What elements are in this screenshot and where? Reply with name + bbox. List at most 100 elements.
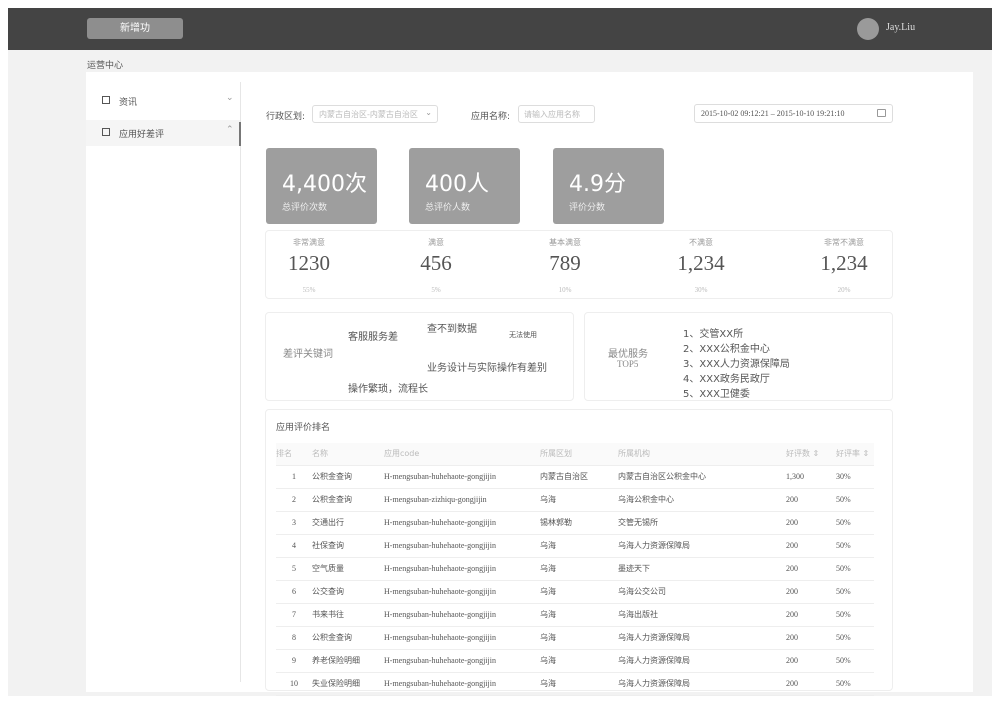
date-range-picker[interactable]: 2015-10-02 09:12:21 – 2015-10-10 19:21:1… <box>694 104 893 123</box>
avatar[interactable] <box>857 18 879 40</box>
kpi-card-total-reviews: 4,400次 总评价次数 <box>266 148 377 224</box>
rank-cell: 6 <box>276 580 312 604</box>
top-services-subtitle: TOP5 <box>617 359 639 369</box>
table-row[interactable]: 3 交通出行 H-mengsuban-huhehaote-gongjijin 锡林郭勒… <box>276 511 874 535</box>
table-row[interactable]: 10 失业保险明细 H-mengsuban-huhehaote-gongjijin 乌… <box>276 672 874 696</box>
kpi-value: 4.9分 <box>569 172 626 197</box>
keywords-title: 差评关键词 <box>283 349 333 360</box>
table-header-row: 排名 名称 应用code 所属区划 所属机构 好评数 ⇕ 好评率 ⇕ <box>276 443 874 466</box>
stat-title: 满意 <box>428 238 444 247</box>
stat-value: 1,234 <box>820 251 868 275</box>
top-service-item[interactable]: 3、XXX人力资源保障局 <box>683 355 790 370</box>
name-cell: 交通出行 <box>312 511 384 535</box>
kpi-card-score: 4.9分 评价分数 <box>553 148 664 224</box>
column-header: 名称 <box>312 443 384 466</box>
app-name-label: 应用名称: <box>471 112 511 122</box>
keyword: 操作繁琐，流程长 <box>348 384 428 395</box>
table-row[interactable]: 6 公交查询 H-mengsuban-huhehaote-gongjijin 乌海 乌海… <box>276 580 874 604</box>
table-row[interactable]: 4 社保查询 H-mengsuban-huhehaote-gongjijin 乌海 乌海… <box>276 534 874 558</box>
org-cell: 乌海人力资源保障局 <box>618 672 786 696</box>
stat-percent: 10% <box>558 286 572 294</box>
region-cell: 乌海 <box>540 488 618 512</box>
top-service-item[interactable]: 4、XXX政务民政厅 <box>683 370 770 385</box>
top-service-item[interactable]: 2、XXX公积金中心 <box>683 340 770 355</box>
code-cell: H-mengsuban-huhehaote-gongjijin <box>384 465 540 489</box>
name-cell: 公积金查询 <box>312 465 384 489</box>
kpi-label: 总评价次数 <box>282 203 328 213</box>
code-cell: H-mengsuban-huhehaote-gongjijin <box>384 626 540 650</box>
table-row[interactable]: 5 空气质量 H-mengsuban-huhehaote-gongjijin 乌海 墨迹… <box>276 557 874 581</box>
chevron-down-icon: ⌄ <box>425 108 432 117</box>
good-count-cell: 200 <box>786 603 836 627</box>
good-count-cell: 200 <box>786 649 836 673</box>
column-header: 所属机构 <box>618 443 786 466</box>
good-rate-cell: 50% <box>836 557 874 581</box>
good-count-cell: 200 <box>786 534 836 558</box>
checkbox-icon <box>102 96 110 104</box>
satisfaction-stats: 非常满意 1230 55% 满意 456 5% 基本满意 789 10% 不满意… <box>265 230 893 299</box>
org-cell: 乌海人力资源保障局 <box>618 626 786 650</box>
sidebar-item-app-reviews[interactable]: 应用好差评 ⌃ <box>86 120 240 146</box>
app-ranking-card: 应用评价排名 排名 名称 应用code 所属区划 所属机构 好评数 ⇕ 好评率 … <box>265 409 893 696</box>
table-row[interactable]: 1 公积金查询 H-mengsuban-huhehaote-gongjijin 内蒙古… <box>276 465 874 489</box>
top-action-button[interactable]: 新增功 <box>87 18 183 39</box>
region-cell: 锡林郭勒 <box>540 511 618 535</box>
username[interactable]: Jay.Liu <box>886 22 915 33</box>
sortable-column-header[interactable]: 好评数 ⇕ <box>786 443 836 466</box>
good-count-cell: 200 <box>786 557 836 581</box>
ranking-table: 排名 名称 应用code 所属区划 所属机构 好评数 ⇕ 好评率 ⇕ 1 公积金查… <box>276 443 874 696</box>
org-cell: 乌海出版社 <box>618 603 786 627</box>
good-count-cell: 200 <box>786 488 836 512</box>
code-cell: H-mengsuban-huhehaote-gongjijin <box>384 511 540 535</box>
region-select[interactable]: 内蒙古自治区-内蒙古自治区 ⌄ <box>312 105 438 123</box>
checkbox-icon <box>102 128 110 136</box>
table-row[interactable]: 7 书来书往 H-mengsuban-huhehaote-gongjijin 乌海 乌海… <box>276 603 874 627</box>
good-count-cell: 1,300 <box>786 465 836 489</box>
keyword: 无法使用 <box>509 331 537 339</box>
region-value: 内蒙古自治区-内蒙古自治区 <box>319 110 418 119</box>
region-cell: 内蒙古自治区 <box>540 465 618 489</box>
keyword: 查不到数据 <box>427 324 477 335</box>
org-cell: 乌海人力资源保障局 <box>618 534 786 558</box>
top-bar: 新增功 Jay.Liu <box>8 8 992 50</box>
region-cell: 乌海 <box>540 557 618 581</box>
good-rate-cell: 50% <box>836 580 874 604</box>
rank-cell: 5 <box>276 557 312 581</box>
good-rate-cell: 50% <box>836 672 874 696</box>
rank-cell: 9 <box>276 649 312 673</box>
column-header: 应用code <box>384 443 540 466</box>
rank-cell: 1 <box>276 465 312 489</box>
stat-value: 1230 <box>288 251 330 275</box>
app-name-placeholder: 请输入应用名称 <box>524 110 580 119</box>
good-rate-cell: 50% <box>836 488 874 512</box>
table-row[interactable]: 2 公积金查询 H-mengsuban-zizhiqu-gongjijin 乌海 乌海公… <box>276 488 874 512</box>
region-cell: 乌海 <box>540 649 618 673</box>
top-service-item[interactable]: 5、XXX卫健委 <box>683 385 750 400</box>
keyword: 客服服务差 <box>348 332 398 343</box>
app-frame: 新增功 Jay.Liu 运营中心 资讯 ⌄ 应用好差评 ⌃ 行政区划: 内蒙古自… <box>8 8 992 696</box>
org-cell: 乌海公积金中心 <box>618 488 786 512</box>
chevron-down-icon: ⌄ <box>226 93 234 103</box>
top-service-item[interactable]: 1、交管XX所 <box>683 325 743 340</box>
sortable-column-header[interactable]: 好评率 ⇕ <box>836 443 874 466</box>
org-cell: 乌海人力资源保障局 <box>618 649 786 673</box>
code-cell: H-mengsuban-zizhiqu-gongjijin <box>384 488 540 512</box>
sidebar-item-news[interactable]: 资讯 ⌄ <box>86 88 240 114</box>
good-rate-cell: 30% <box>836 465 874 489</box>
breadcrumb: 运营中心 <box>87 61 124 71</box>
good-count-cell: 200 <box>786 672 836 696</box>
code-cell: H-mengsuban-huhehaote-gongjijin <box>384 672 540 696</box>
date-range-value: 2015-10-02 09:12:21 – 2015-10-10 19:21:1… <box>701 109 845 118</box>
app-name-input[interactable]: 请输入应用名称 <box>518 105 595 123</box>
stat-percent: 5% <box>431 286 441 294</box>
sidebar-item-label: 资讯 <box>119 98 138 108</box>
stat-percent: 55% <box>302 286 316 294</box>
region-cell: 乌海 <box>540 580 618 604</box>
table-row[interactable]: 8 公积金查询 H-mengsuban-huhehaote-gongjijin 乌海乌… <box>276 626 874 650</box>
code-cell: H-mengsuban-huhehaote-gongjijin <box>384 534 540 558</box>
org-cell: 墨迹天下 <box>618 557 786 581</box>
code-cell: H-mengsuban-huhehaote-gongjijin <box>384 580 540 604</box>
region-label: 行政区划: <box>266 112 306 122</box>
sidebar-item-label: 应用好差评 <box>119 130 165 140</box>
table-row[interactable]: 9 养老保险明细 H-mengsuban-huhehaote-gongjijin 乌海… <box>276 649 874 673</box>
